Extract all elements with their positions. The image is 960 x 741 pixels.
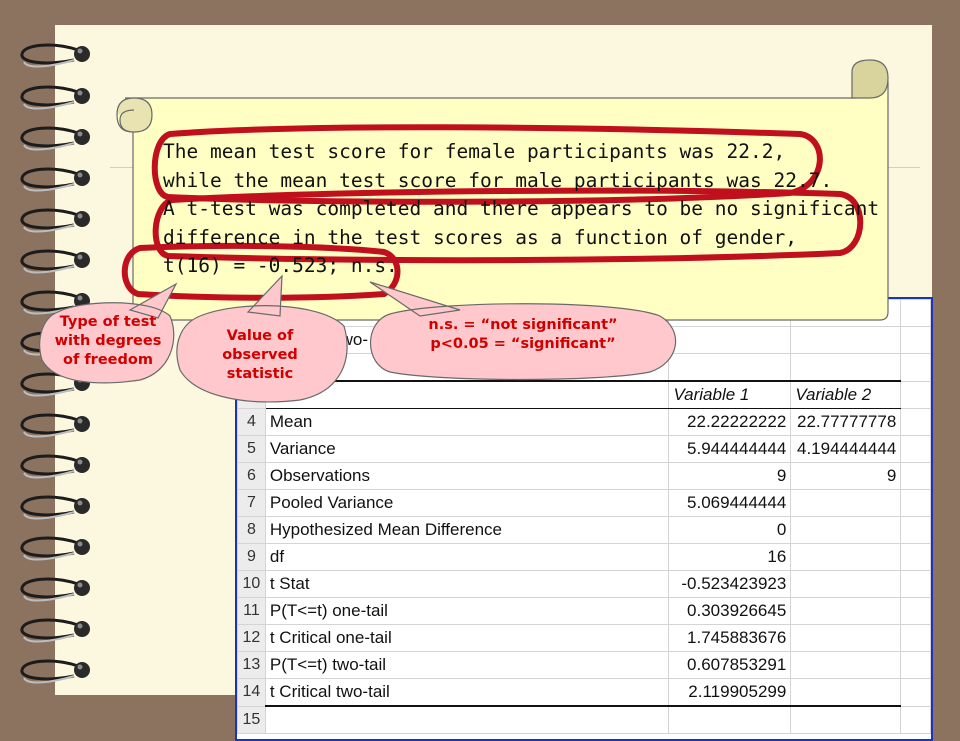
callout-observed-value: Value of observed statistic [190, 327, 330, 384]
callout-line: statistic [226, 366, 294, 382]
callout-line: of freedom [63, 352, 153, 368]
callout-significance: n.s. = “not significant” p<0.05 = “signi… [378, 316, 668, 354]
callout-line: Type of test [59, 314, 157, 330]
callout-test-type: Type of test with degrees of freedom [40, 313, 176, 370]
callout-line: with degrees [54, 333, 162, 349]
callout-line: Value of [226, 328, 294, 344]
callout-line: p<0.05 = “significant” [430, 336, 616, 352]
callout-line: n.s. = “not significant” [428, 317, 618, 333]
callout-line: observed [222, 347, 298, 363]
